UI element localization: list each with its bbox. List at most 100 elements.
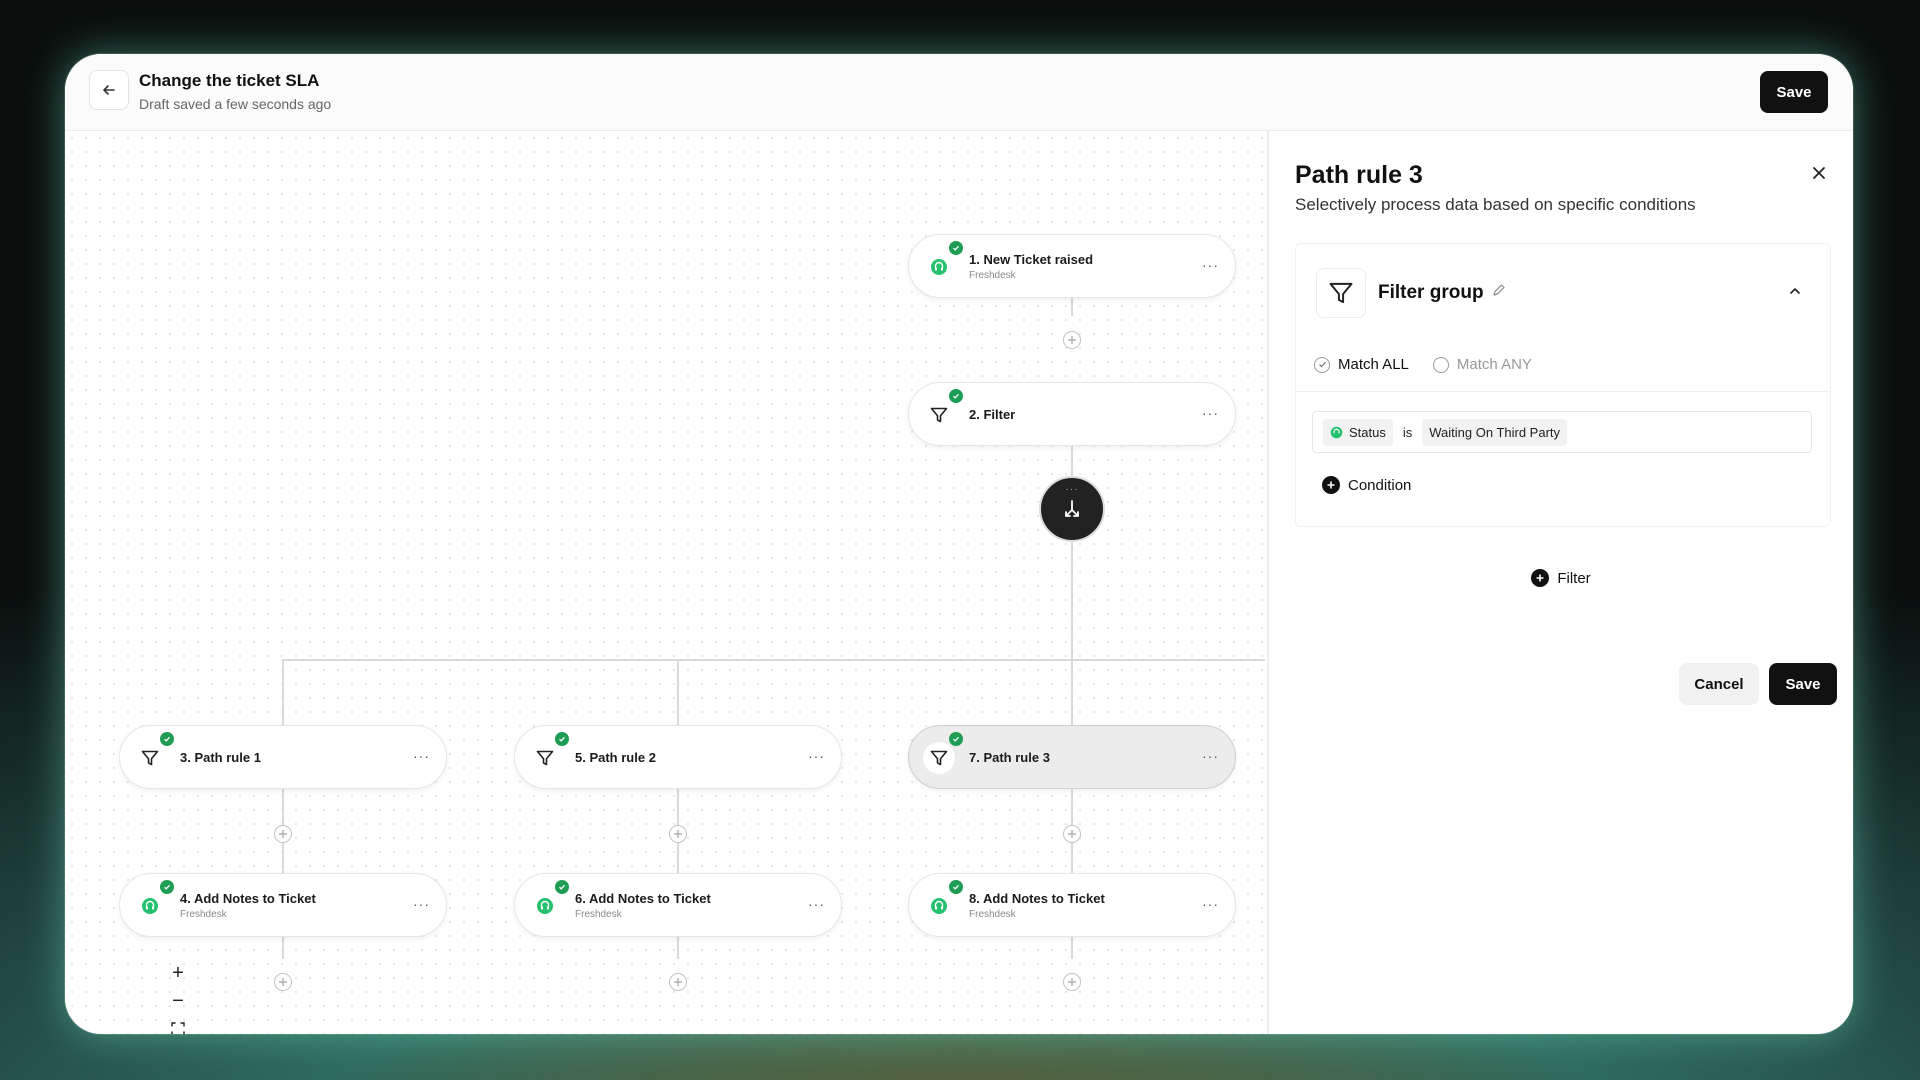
check-icon bbox=[949, 241, 963, 255]
more-options-button[interactable]: ··· bbox=[1202, 748, 1219, 764]
workflow-node-path-rule-2[interactable]: 5. Path rule 2 ··· bbox=[514, 725, 842, 789]
plus-icon bbox=[1068, 978, 1076, 986]
node-app-label: Freshdesk bbox=[575, 909, 622, 920]
add-step-button[interactable] bbox=[669, 825, 687, 843]
workflow-node-path-rule-3[interactable]: 7. Path rule 3 ··· bbox=[908, 725, 1236, 789]
connector bbox=[1071, 659, 1073, 725]
cancel-button[interactable]: Cancel bbox=[1679, 663, 1759, 705]
match-all-option[interactable]: Match ALL bbox=[1314, 356, 1409, 373]
freshdesk-icon bbox=[923, 890, 955, 922]
filter-icon bbox=[134, 742, 166, 774]
workflow-node-path-rule-1[interactable]: 3. Path rule 1 ··· bbox=[119, 725, 447, 789]
add-filter-row: Filter bbox=[1269, 569, 1853, 587]
plus-icon bbox=[279, 978, 287, 986]
workflow-node-add-notes-6[interactable]: 6. Add Notes to Ticket Freshdesk ··· bbox=[514, 873, 842, 937]
radio-checked-icon bbox=[1314, 356, 1330, 373]
add-step-button[interactable] bbox=[1063, 825, 1081, 843]
add-step-button[interactable] bbox=[1063, 331, 1081, 349]
workflow-node-filter[interactable]: 2. Filter ··· bbox=[908, 382, 1236, 446]
plus-icon bbox=[1068, 336, 1076, 344]
match-any-option[interactable]: Match ANY bbox=[1432, 356, 1532, 373]
more-options-button[interactable]: ··· bbox=[1202, 405, 1219, 421]
workflow-node-add-notes-4[interactable]: 4. Add Notes to Ticket Freshdesk ··· bbox=[119, 873, 447, 937]
match-any-label: Match ANY bbox=[1456, 356, 1532, 373]
freshdesk-icon bbox=[134, 890, 166, 922]
node-app-label: Freshdesk bbox=[969, 909, 1016, 920]
add-filter-button[interactable]: Filter bbox=[1531, 569, 1591, 587]
panel-title: Path rule 3 bbox=[1295, 161, 1423, 189]
node-app-label: Freshdesk bbox=[969, 270, 1016, 281]
node-label: 6. Add Notes to Ticket bbox=[575, 891, 711, 906]
more-options-button[interactable]: ··· bbox=[1202, 896, 1219, 912]
add-step-button[interactable] bbox=[274, 825, 292, 843]
condition-field-label: Status bbox=[1349, 424, 1386, 440]
node-app-label: Freshdesk bbox=[180, 909, 227, 920]
more-options-button[interactable]: ··· bbox=[1202, 257, 1219, 273]
zoom-out-button[interactable]: − bbox=[163, 987, 193, 1015]
add-step-button[interactable] bbox=[669, 973, 687, 991]
plus-circle-icon bbox=[1531, 569, 1550, 587]
add-condition-button[interactable]: Condition bbox=[1322, 476, 1411, 494]
freshdesk-icon bbox=[529, 890, 561, 922]
node-label: 8. Add Notes to Ticket bbox=[969, 891, 1105, 906]
close-button[interactable] bbox=[1807, 161, 1831, 185]
back-button[interactable] bbox=[89, 70, 129, 110]
add-filter-label: Filter bbox=[1557, 569, 1591, 587]
check-icon bbox=[949, 732, 963, 746]
node-label: 5. Path rule 2 bbox=[575, 750, 656, 765]
chevron-up-icon[interactable] bbox=[1788, 284, 1804, 300]
more-options-button[interactable]: ··· bbox=[808, 748, 825, 764]
connector bbox=[282, 937, 284, 959]
add-step-button[interactable] bbox=[274, 973, 292, 991]
zoom-in-button[interactable]: + bbox=[163, 959, 193, 987]
condition-value[interactable]: Waiting On Third Party bbox=[1422, 418, 1568, 446]
branch-connector bbox=[282, 659, 1265, 661]
plus-circle-icon bbox=[1322, 476, 1340, 494]
path-rule-panel: Path rule 3 Selectively process data bas… bbox=[1267, 131, 1853, 1034]
workflow-node-add-notes-8[interactable]: 8. Add Notes to Ticket Freshdesk ··· bbox=[908, 873, 1236, 937]
check-icon bbox=[949, 880, 963, 894]
filter-icon bbox=[923, 399, 955, 431]
freshdesk-icon bbox=[1330, 426, 1343, 438]
edit-icon[interactable] bbox=[1492, 283, 1508, 299]
more-options-button[interactable]: ··· bbox=[413, 748, 430, 764]
router-node[interactable]: ··· bbox=[1039, 476, 1105, 542]
fit-view-icon bbox=[171, 1022, 185, 1034]
node-label: 4. Add Notes to Ticket bbox=[180, 891, 316, 906]
plus-icon bbox=[279, 830, 287, 838]
app-window: Change the ticket SLA Draft saved a few … bbox=[65, 54, 1853, 1034]
draft-status: Draft saved a few seconds ago bbox=[139, 96, 332, 112]
connector bbox=[677, 937, 679, 959]
connector bbox=[282, 659, 284, 725]
check-icon bbox=[160, 732, 174, 746]
condition-field[interactable]: Status bbox=[1323, 418, 1393, 446]
connector bbox=[1071, 937, 1073, 959]
save-button[interactable]: Save bbox=[1760, 71, 1828, 113]
filter-icon bbox=[923, 742, 955, 774]
split-icon bbox=[1065, 500, 1079, 517]
node-label: 7. Path rule 3 bbox=[969, 750, 1050, 765]
workflow-canvas[interactable]: 1. New Ticket raised Freshdesk ··· 2. Fi… bbox=[65, 131, 1265, 1034]
check-icon bbox=[160, 880, 174, 894]
page-title: Change the ticket SLA bbox=[139, 71, 320, 90]
freshdesk-icon bbox=[923, 251, 955, 283]
more-options-button[interactable]: ··· bbox=[808, 896, 825, 912]
fit-view-button[interactable] bbox=[163, 1015, 193, 1034]
panel-save-button[interactable]: Save bbox=[1769, 663, 1837, 705]
filter-group-card: Filter group Match ALL Match ANY Status … bbox=[1295, 243, 1831, 527]
more-options-button[interactable]: ··· bbox=[413, 896, 430, 912]
check-icon bbox=[949, 389, 963, 403]
condition-row[interactable]: Status is Waiting On Third Party bbox=[1312, 411, 1812, 453]
condition-operator[interactable]: is bbox=[1403, 425, 1412, 440]
connector bbox=[1071, 542, 1073, 673]
plus-icon bbox=[1068, 830, 1076, 838]
plus-icon bbox=[674, 830, 682, 838]
node-label: 2. Filter bbox=[969, 407, 1016, 422]
top-bar: Change the ticket SLA Draft saved a few … bbox=[65, 54, 1853, 131]
add-step-button[interactable] bbox=[1063, 973, 1081, 991]
close-icon bbox=[1813, 167, 1825, 179]
workflow-node-trigger[interactable]: 1. New Ticket raised Freshdesk ··· bbox=[908, 234, 1236, 298]
panel-description: Selectively process data based on specif… bbox=[1295, 195, 1696, 214]
check-icon bbox=[555, 732, 569, 746]
zoom-controls: + − bbox=[163, 959, 193, 1034]
